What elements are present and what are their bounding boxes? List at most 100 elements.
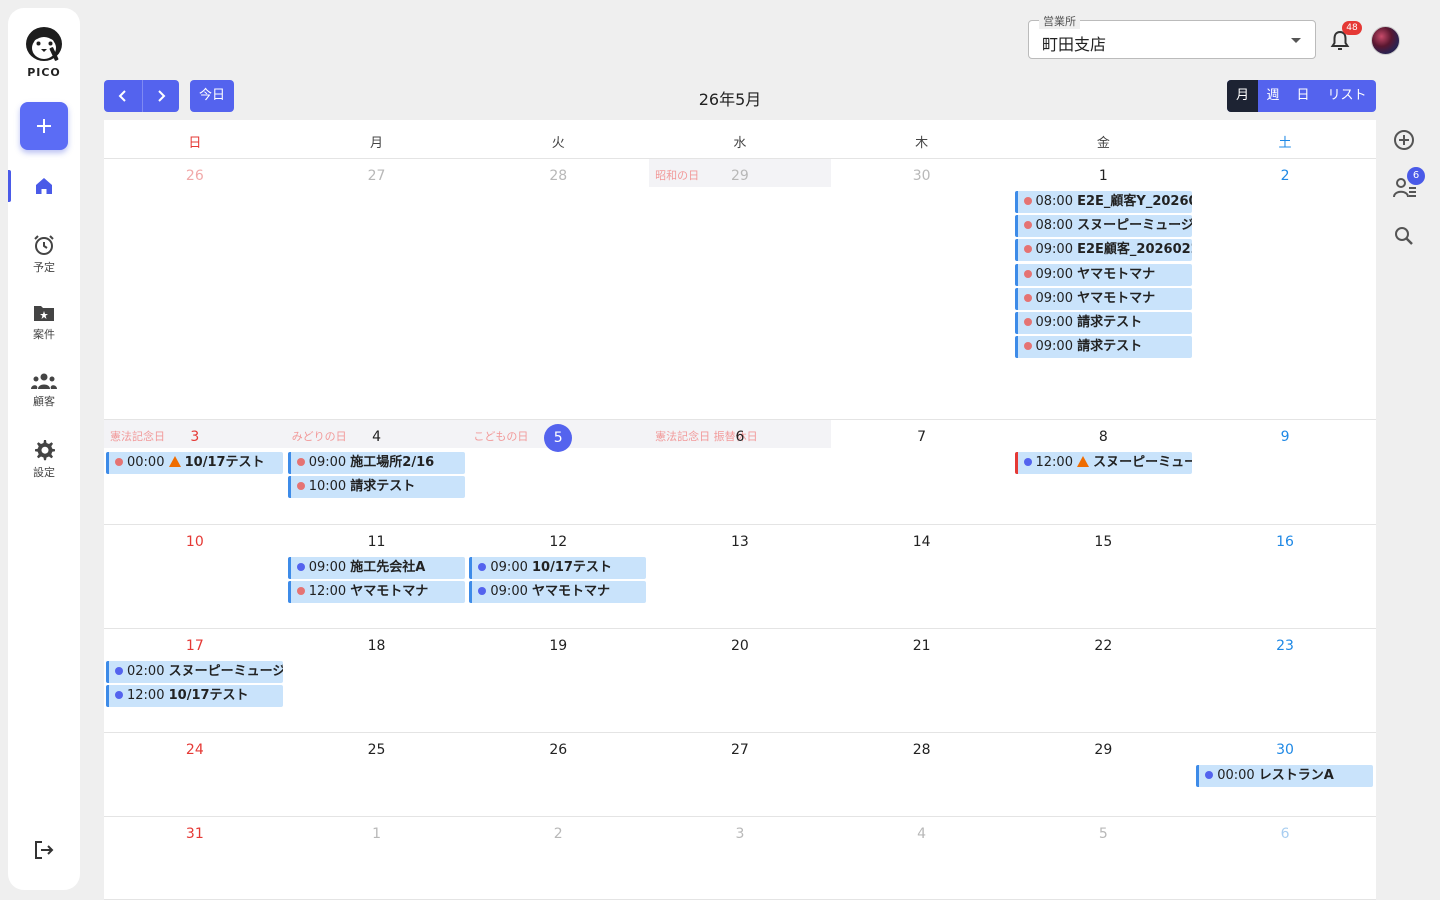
date-number[interactable]: 25 bbox=[286, 742, 468, 758]
date-number[interactable]: 12 bbox=[467, 534, 649, 550]
day-cell[interactable]: 1702:00 スヌーピーミュージア12:00 10/17テスト bbox=[104, 629, 286, 732]
day-cell[interactable]: 13 bbox=[649, 525, 831, 628]
calendar-event[interactable]: 12:00 ヤマモトマナ bbox=[287, 581, 465, 604]
date-number[interactable]: 26 bbox=[467, 742, 649, 758]
date-number[interactable]: 1 bbox=[286, 826, 468, 842]
day-cell[interactable]: 30 00:00 レストランA bbox=[1194, 733, 1376, 816]
calendar-event[interactable]: 08:00 E2E_顧客Y_20260 bbox=[1014, 191, 1192, 213]
search-button[interactable] bbox=[1393, 225, 1415, 251]
date-number[interactable]: 20 bbox=[649, 638, 831, 654]
calendar-event[interactable]: 09:00 請求テスト bbox=[1014, 312, 1192, 334]
day-cell[interactable]: 14 bbox=[831, 525, 1013, 628]
calendar-event[interactable]: 12:00 スヌーピーミュージ bbox=[1014, 452, 1192, 474]
date-number[interactable]: 27 bbox=[286, 168, 468, 184]
calendar-event[interactable]: 09:00 10/17テスト bbox=[469, 557, 647, 579]
calendar-event[interactable]: 12:00 10/17テスト bbox=[106, 685, 283, 708]
view-list-button[interactable]: リスト bbox=[1318, 80, 1376, 112]
day-cell[interactable]: 3 bbox=[649, 817, 831, 899]
date-number[interactable]: 15 bbox=[1013, 534, 1195, 550]
day-cell[interactable]: 2 bbox=[467, 817, 649, 899]
date-number[interactable]: 9 bbox=[1194, 429, 1376, 445]
date-number[interactable]: 6 bbox=[649, 429, 831, 445]
date-number[interactable]: 19 bbox=[467, 638, 649, 654]
date-number[interactable]: 11 bbox=[286, 534, 468, 550]
date-number[interactable]: 2 bbox=[1194, 168, 1376, 184]
day-cell[interactable]: 26 bbox=[104, 159, 286, 419]
day-cell[interactable]: 24 bbox=[104, 733, 286, 816]
day-cell[interactable]: 18 bbox=[286, 629, 468, 732]
calendar-event[interactable]: 09:00 ヤマモトマナ bbox=[469, 581, 647, 604]
sidebar-item-projects[interactable]: 案件 bbox=[8, 302, 80, 342]
date-number[interactable]: 2 bbox=[467, 826, 649, 842]
date-number[interactable]: 13 bbox=[649, 534, 831, 550]
day-cell[interactable]: 31 bbox=[104, 817, 286, 899]
today-button[interactable]: 今日 bbox=[190, 80, 234, 112]
date-number[interactable]: 3 bbox=[649, 826, 831, 842]
sidebar-item-home[interactable] bbox=[8, 176, 80, 196]
avatar[interactable] bbox=[1371, 26, 1400, 55]
day-cell[interactable]: 8 12:00 スヌーピーミュージ bbox=[1013, 420, 1195, 524]
prev-month-button[interactable] bbox=[104, 80, 142, 112]
date-number[interactable]: 17 bbox=[104, 638, 286, 654]
sidebar-item-schedule[interactable]: 予定 bbox=[8, 233, 80, 275]
calendar-event[interactable]: 08:00 スヌーピーミュージア bbox=[1014, 215, 1192, 238]
app-logo[interactable]: PICO bbox=[8, 24, 80, 79]
day-cell[interactable]: 22 bbox=[1013, 629, 1195, 732]
logout-button[interactable] bbox=[32, 838, 56, 866]
day-cell[interactable]: 2 bbox=[1194, 159, 1376, 419]
day-cell[interactable]: 昭和の日 29 bbox=[649, 159, 831, 419]
day-cell[interactable]: 28 bbox=[467, 159, 649, 419]
day-cell[interactable]: 27 bbox=[649, 733, 831, 816]
view-month-button[interactable]: 月 bbox=[1227, 80, 1258, 112]
calendar-event[interactable]: 09:00 ヤマモトマナ bbox=[1014, 287, 1192, 310]
day-cell[interactable]: 19 bbox=[467, 629, 649, 732]
date-number[interactable]: 26 bbox=[104, 168, 286, 184]
date-number[interactable]: 16 bbox=[1194, 534, 1376, 550]
date-number[interactable]: 6 bbox=[1194, 826, 1376, 842]
date-number[interactable]: 4 bbox=[831, 826, 1013, 842]
date-number[interactable]: 5 bbox=[467, 424, 649, 452]
day-cell[interactable]: みどりの日 4 09:00 施工場所2/16 10:00 請求テスト bbox=[285, 420, 468, 524]
view-day-button[interactable]: 日 bbox=[1288, 80, 1318, 112]
sidebar-item-customers[interactable]: 顧客 bbox=[8, 371, 80, 409]
calendar-event[interactable]: 09:00 請求テスト bbox=[1014, 336, 1192, 359]
add-button[interactable] bbox=[20, 102, 68, 150]
day-cell[interactable]: 27 bbox=[286, 159, 468, 419]
calendar-event[interactable]: 00:00 レストランA bbox=[1196, 765, 1374, 787]
view-week-button[interactable]: 週 bbox=[1258, 80, 1288, 112]
day-cell[interactable]: 4 bbox=[831, 817, 1013, 899]
date-number[interactable]: 31 bbox=[104, 826, 286, 842]
date-number[interactable]: 28 bbox=[831, 742, 1013, 758]
date-number[interactable]: 21 bbox=[831, 638, 1013, 654]
day-cell[interactable]: 憲法記念日 振替休日 6 bbox=[649, 420, 831, 524]
next-month-button[interactable] bbox=[141, 80, 180, 112]
day-cell[interactable]: 6 bbox=[1194, 817, 1376, 899]
day-cell[interactable]: 28 bbox=[831, 733, 1013, 816]
day-cell[interactable]: 憲法記念日 3 00:00 10/17テスト bbox=[104, 420, 286, 524]
date-number[interactable]: 22 bbox=[1013, 638, 1195, 654]
day-cell[interactable]: 25 bbox=[286, 733, 468, 816]
date-number[interactable]: 4 bbox=[286, 429, 468, 445]
sidebar-item-settings[interactable]: 設定 bbox=[8, 438, 80, 480]
date-number[interactable]: 8 bbox=[1013, 429, 1195, 445]
date-number[interactable]: 14 bbox=[831, 534, 1013, 550]
date-number[interactable]: 27 bbox=[649, 742, 831, 758]
day-cell[interactable]: 20 bbox=[649, 629, 831, 732]
day-cell[interactable]: 5 bbox=[1013, 817, 1195, 899]
day-cell[interactable]: 15 bbox=[1013, 525, 1195, 628]
day-cell[interactable]: 108:00 E2E_顧客Y_2026008:00 スヌーピーミュージア09:0… bbox=[1013, 159, 1195, 419]
branch-select[interactable]: 営業所 町田支店 bbox=[1028, 13, 1316, 59]
day-cell[interactable]: 11 09:00 施工先会社A 12:00 ヤマモトマナ bbox=[286, 525, 468, 628]
date-number[interactable]: 7 bbox=[831, 429, 1013, 445]
date-number[interactable]: 3 bbox=[104, 429, 286, 445]
calendar-event[interactable]: 09:00 施工場所2/16 bbox=[287, 452, 465, 474]
day-cell[interactable]: 29 bbox=[1013, 733, 1195, 816]
calendar-event[interactable]: 09:00 施工先会社A bbox=[287, 557, 465, 579]
day-cell[interactable]: 26 bbox=[467, 733, 649, 816]
calendar-event[interactable]: 09:00 E2E顧客_2026022 bbox=[1014, 239, 1192, 262]
date-number[interactable]: 18 bbox=[286, 638, 468, 654]
day-cell[interactable]: 16 bbox=[1194, 525, 1376, 628]
date-number[interactable]: 24 bbox=[104, 742, 286, 758]
date-number[interactable]: 30 bbox=[831, 168, 1013, 184]
day-cell[interactable]: 21 bbox=[831, 629, 1013, 732]
